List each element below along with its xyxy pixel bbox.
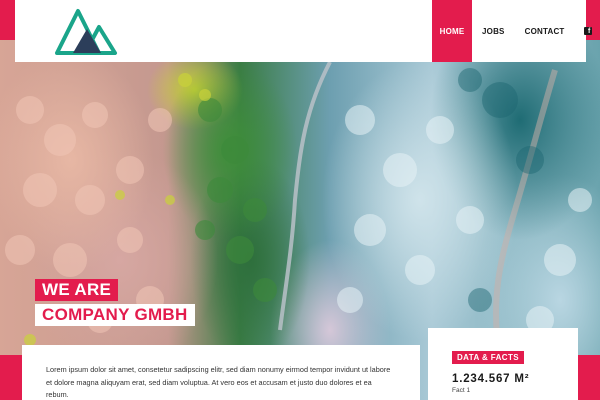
hero-headline: WE ARE COMPANY GMBH	[35, 279, 195, 326]
headline-line-2: COMPANY GMBH	[35, 304, 195, 326]
facts-card: DATA & FACTS 1.234.567 M² Fact 1	[428, 328, 578, 400]
nav-jobs[interactable]: JOBS	[472, 0, 515, 62]
nav-facebook[interactable]: f	[575, 0, 600, 62]
intro-text: Lorem ipsum dolor sit amet, consetetur s…	[46, 365, 391, 399]
fact-label: Fact 1	[452, 387, 471, 394]
facebook-icon: f	[583, 27, 592, 35]
bottom-right-accent	[578, 355, 600, 400]
intro-card: Lorem ipsum dolor sit amet, consetetur s…	[22, 345, 420, 400]
mountain-logo-icon[interactable]	[53, 7, 119, 57]
headline-line-1: WE ARE	[35, 279, 119, 301]
site-header: HOME JOBS CONTACT f	[15, 0, 592, 62]
bottom-left-accent	[0, 355, 22, 400]
nav-contact[interactable]: CONTACT	[515, 0, 575, 62]
nav-home[interactable]: HOME	[432, 0, 472, 62]
fact-value: 1.234.567 M²	[452, 373, 530, 385]
facts-badge: DATA & FACTS	[452, 351, 524, 364]
main-navigation: HOME JOBS CONTACT f	[432, 0, 600, 62]
